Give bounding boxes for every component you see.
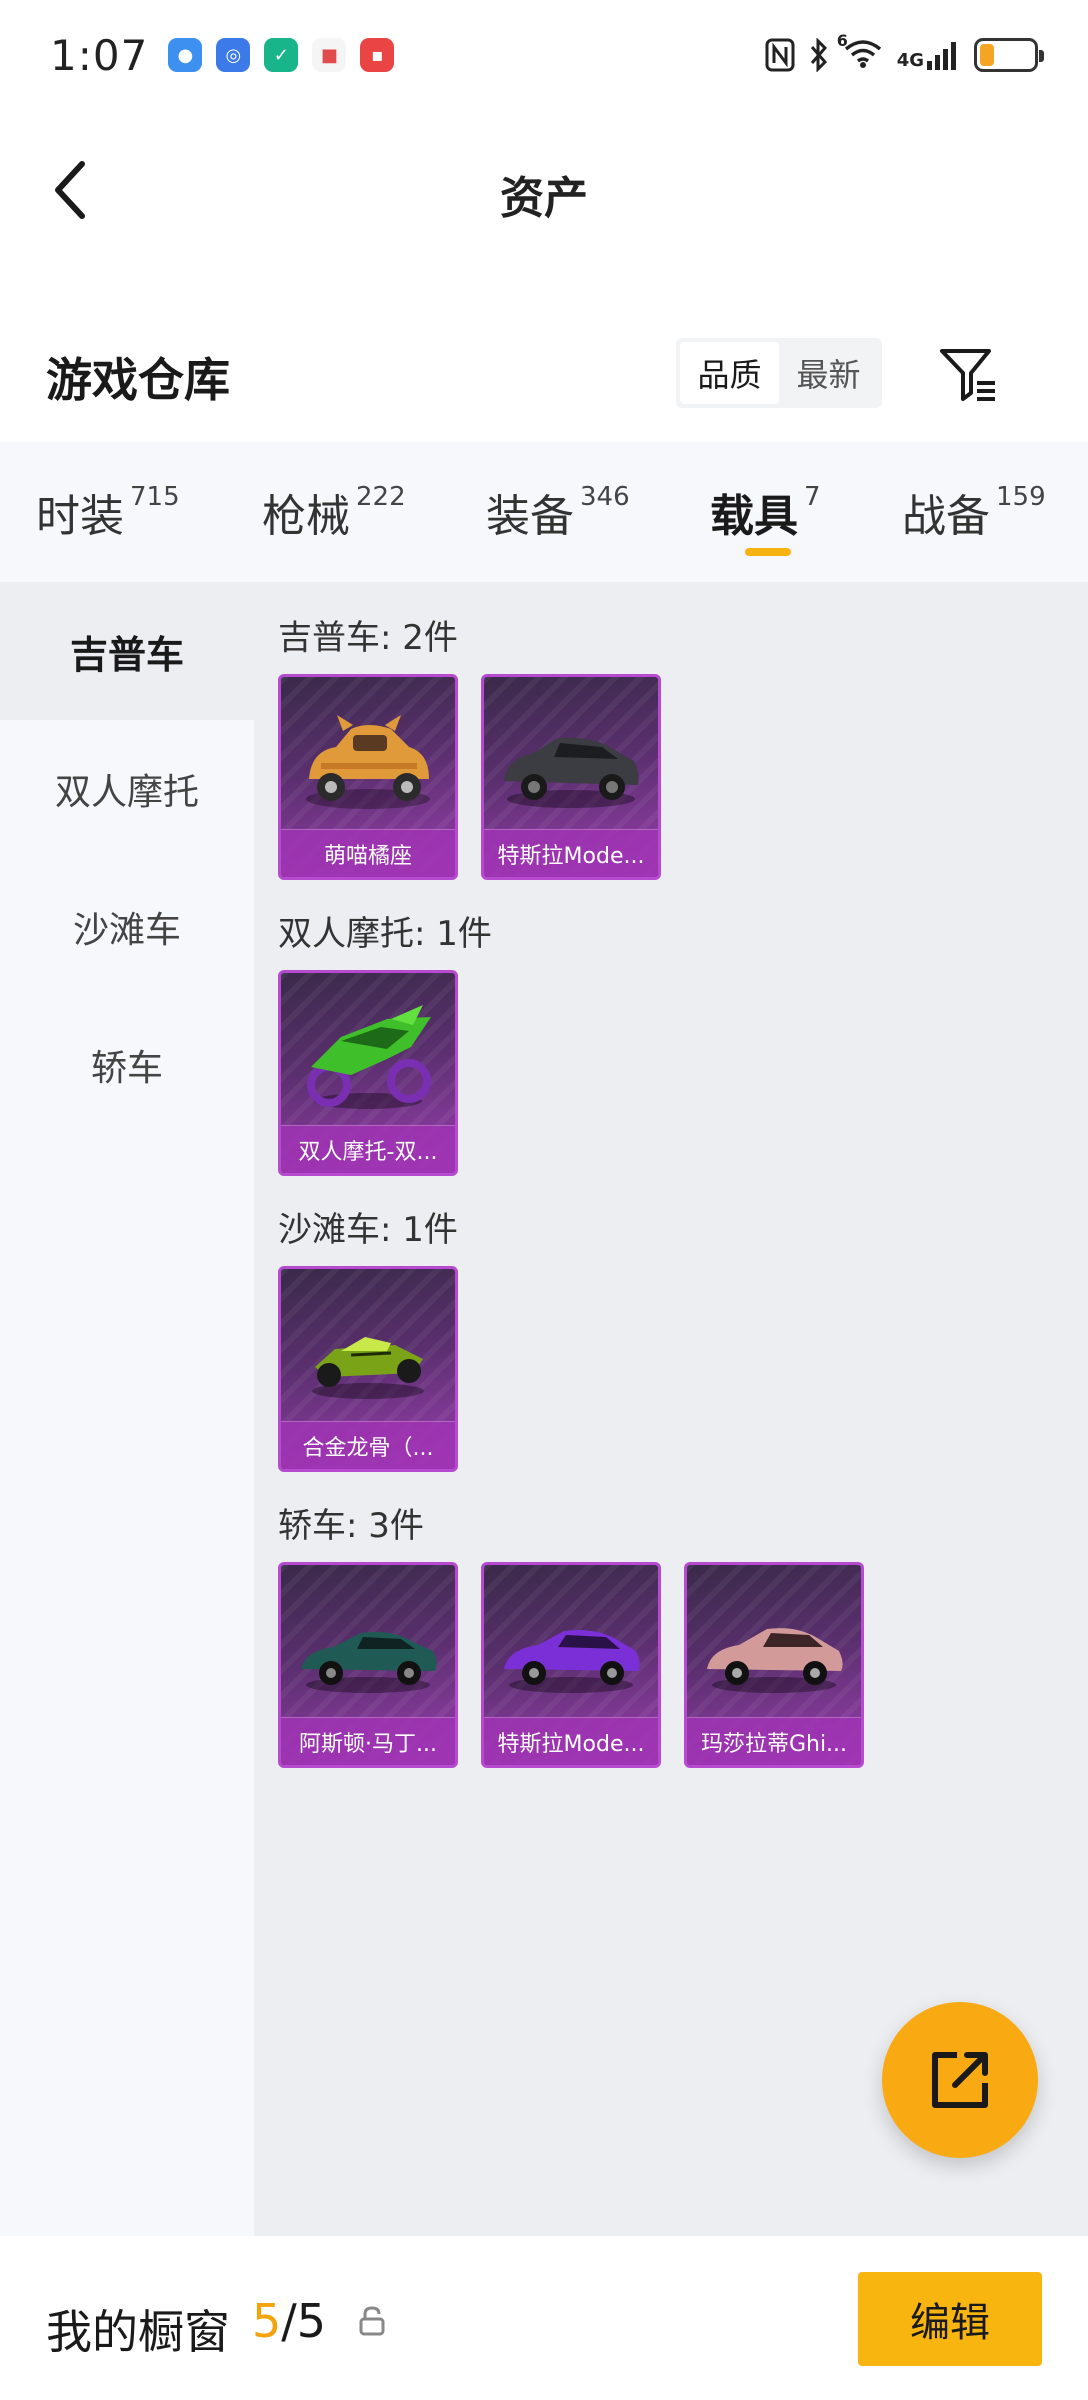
wifi-icon (844, 40, 881, 68)
header: 资产 (0, 110, 1088, 270)
tab-label: 枪械 (262, 491, 350, 542)
vehicle-card-name: 特斯拉Mode... (484, 829, 658, 877)
tab-count: 7 (804, 482, 821, 512)
warehouse-header: 游戏仓库 品质 最新 (0, 320, 1088, 440)
tab-count: 715 (130, 482, 180, 512)
sort-toggle: 品质 最新 (676, 338, 882, 408)
tab-label: 载具 (710, 491, 798, 542)
buggy-image (312, 1337, 424, 1399)
showcase-bar: 我的橱窗 5/5 编辑 (0, 2236, 1088, 2400)
vehicle-card[interactable]: 阿斯顿·马丁... (278, 1562, 458, 1768)
tab-label: 装备 (486, 491, 574, 542)
vehicle-type-sidebar: 吉普车 双人摩托 沙滩车 轿车 (0, 582, 254, 2236)
share-icon (932, 2052, 988, 2108)
tab-count: 222 (356, 482, 406, 512)
tab-label: 时装 (36, 491, 124, 542)
vehicle-card[interactable]: 特斯拉Mode... (481, 1562, 661, 1768)
cellular-indicator: 4G (897, 39, 960, 71)
group-title-buggy: 沙滩车: 1件 (278, 1210, 458, 1250)
tab-count: 346 (580, 482, 630, 512)
tab-label: 战备 (902, 491, 990, 542)
warehouse-title: 游戏仓库 (46, 353, 230, 407)
group-title-motorcycle: 双人摩托: 1件 (278, 914, 492, 954)
wifi-superscript: 6 (836, 31, 848, 50)
network-type: 4G (896, 50, 924, 71)
sidebar-item-motorcycle[interactable]: 双人摩托 (0, 720, 254, 858)
sort-quality-button[interactable]: 品质 (680, 342, 779, 404)
gift-notification-icon: ■ (312, 38, 347, 72)
group-title-sedan: 轿车: 3件 (278, 1506, 424, 1546)
vehicle-card-name: 玛莎拉蒂Ghi... (687, 1717, 861, 1765)
vehicle-card[interactable]: 合金龙骨（... (278, 1266, 458, 1472)
vehicle-list: 吉普车: 2件 萌喵橘座 特斯拉Mode... 双人摩托: 1件 双人摩托-双.… (254, 582, 1088, 2236)
status-time: 1:07 (50, 30, 149, 80)
sidebar-item-jeep[interactable]: 吉普车 (0, 582, 254, 720)
vehicle-card-name: 双人摩托-双... (281, 1125, 455, 1173)
tesla-suv-image (504, 737, 639, 808)
tab-supplies[interactable]: 战备 159 (902, 480, 1046, 544)
showcase-count-current: 5 (252, 2294, 282, 2348)
vehicle-card[interactable]: 双人摩托-双... (278, 970, 458, 1176)
huawei-notification-icon: ▪ (360, 38, 395, 72)
app-notification-icon: ● (168, 38, 203, 72)
nfc-icon (765, 38, 795, 72)
signal-icon (927, 42, 956, 70)
vehicle-card-name: 阿斯顿·马丁... (281, 1717, 455, 1765)
sort-newest-button[interactable]: 最新 (779, 342, 878, 404)
tab-fashion[interactable]: 时装 715 (36, 480, 180, 544)
tab-count: 159 (996, 482, 1046, 512)
active-tab-indicator (745, 548, 791, 556)
shield-notification-icon: ✓ (264, 38, 299, 72)
tesla-sedan-image (504, 1630, 640, 1693)
wifi-indicator: 6 (837, 31, 883, 73)
tab-equipment[interactable]: 装备 346 (486, 480, 630, 544)
motorcycle-image (307, 1005, 431, 1109)
cat-car-image (306, 715, 430, 809)
filter-button[interactable] (934, 340, 1004, 410)
maserati-image (707, 1628, 843, 1693)
page-title: 资产 (500, 173, 588, 224)
vehicle-card-name: 萌喵橘座 (281, 829, 455, 877)
tab-firearms[interactable]: 枪械 222 (262, 480, 406, 544)
category-tabs: 时装 715 枪械 222 装备 346 载具 7 战备 159 (0, 442, 1088, 582)
notification-icons: ● ◎ ✓ ■ ▪ (168, 38, 395, 72)
vehicle-card[interactable]: 萌喵橘座 (278, 674, 458, 880)
showcase-title: 我的橱窗 (46, 2305, 230, 2359)
aston-martin-image (301, 1632, 437, 1693)
browser-notification-icon: ◎ (216, 38, 251, 72)
showcase-count: 5/5 (252, 2294, 326, 2348)
battery-icon (974, 38, 1044, 72)
vehicle-card-name: 特斯拉Mode... (484, 1717, 658, 1765)
group-title-jeep: 吉普车: 2件 (278, 618, 458, 658)
vehicle-card[interactable]: 特斯拉Mode... (481, 674, 661, 880)
share-button[interactable] (882, 2002, 1038, 2158)
sidebar-item-buggy[interactable]: 沙滩车 (0, 858, 254, 996)
filter-icon (940, 349, 995, 401)
system-icons: 6 4G (765, 31, 1044, 73)
vehicle-card[interactable]: 玛莎拉蒂Ghi... (684, 1562, 864, 1768)
vehicle-card-name: 合金龙骨（... (281, 1421, 455, 1469)
lock-icon (358, 2306, 386, 2340)
showcase-count-total: /5 (281, 2294, 327, 2348)
tab-vehicles[interactable]: 载具 7 (710, 480, 821, 544)
edit-button[interactable]: 编辑 (858, 2272, 1042, 2366)
status-bar: 1:07 ● ◎ ✓ ■ ▪ 6 4G (0, 0, 1088, 110)
sidebar-item-sedan[interactable]: 轿车 (0, 996, 254, 1134)
bluetooth-icon (810, 38, 827, 72)
